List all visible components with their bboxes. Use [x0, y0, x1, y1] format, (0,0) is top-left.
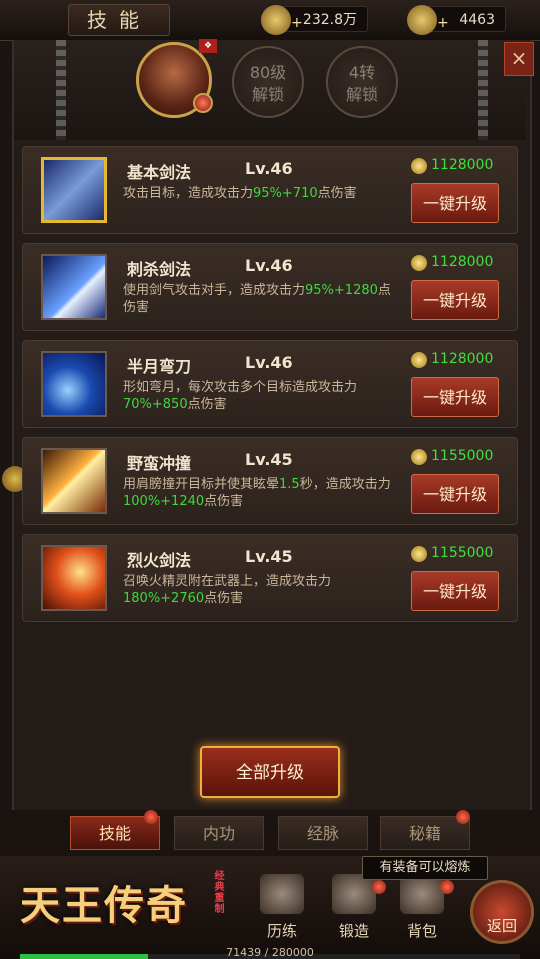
unlock-slot-reincarnation[interactable]: 4转 解锁 [326, 46, 398, 118]
upgrade-all-button[interactable]: 全部升级 [200, 746, 340, 798]
upgrade-button[interactable]: 一键升级 [411, 183, 499, 223]
skill-level: Lv.45 [245, 450, 293, 469]
skill-cost: 1155000 [431, 545, 494, 561]
anvil-icon [332, 874, 376, 914]
notification-dot-icon [456, 810, 470, 824]
skill-level: Lv.46 [245, 256, 293, 275]
sword-skill-icon[interactable] [41, 157, 107, 223]
skill-cost: 1155000 [431, 448, 494, 464]
coin-icon [411, 352, 427, 368]
skill-row[interactable]: 烈火剑法 Lv.45 召唤火精灵附在武器上，造成攻击力180%+2760点伤害 … [22, 534, 518, 622]
coin-icon [411, 449, 427, 465]
upgrade-button[interactable]: 一键升级 [411, 280, 499, 320]
skill-level: Lv.46 [245, 353, 293, 372]
tab-meridians[interactable]: 经脉 [278, 816, 368, 850]
unlock-label: 解锁 [345, 85, 378, 104]
unlock-level: 80级 [249, 63, 287, 82]
coin-icon [411, 255, 427, 271]
skill-cost: 1128000 [431, 157, 494, 173]
notification-dot-icon [144, 810, 158, 824]
hero-portrait[interactable]: ❖ [136, 39, 217, 118]
return-label: 返回 [486, 917, 517, 935]
thrust-skill-icon[interactable] [41, 254, 107, 320]
return-button[interactable]: 返回 [470, 880, 534, 944]
chain-decoration [56, 40, 66, 140]
gold-value: 232.8万 [302, 12, 357, 28]
ingot-counter: + 4463 [407, 5, 506, 35]
smelt-tooltip: 有装备可以熔炼 [362, 856, 488, 880]
add-ingot-icon[interactable]: + [437, 10, 449, 36]
skill-name: 半月弯刀 [127, 357, 192, 376]
skill-description: 使用剑气攻击对手，造成攻击力95%+1280点伤害 [123, 283, 391, 315]
flag-icon: ❖ [199, 39, 217, 53]
chain-decoration [478, 40, 488, 140]
nav-training[interactable]: 历练 [252, 874, 312, 942]
game-logo: 天王传奇 经典重制 [20, 866, 223, 946]
unlock-slot-80[interactable]: 80级 解锁 [232, 46, 304, 118]
skill-description: 攻击目标，造成攻击力95%+710点伤害 [123, 186, 357, 201]
ingot-value: 4463 [459, 12, 495, 28]
coin-icon [411, 546, 427, 562]
skill-level: Lv.46 [245, 159, 293, 178]
skill-name: 野蛮冲撞 [127, 454, 192, 473]
notification-dot-icon [440, 880, 454, 894]
skill-row[interactable]: 刺杀剑法 Lv.46 使用剑气攻击对手，造成攻击力95%+1280点伤害 112… [22, 243, 518, 331]
skill-name: 基本剑法 [127, 163, 192, 182]
skill-name: 刺杀剑法 [127, 260, 192, 279]
skill-level: Lv.45 [245, 547, 293, 566]
upgrade-button[interactable]: 一键升级 [411, 474, 499, 514]
charge-skill-icon[interactable] [41, 448, 107, 514]
skill-description: 形如弯月，每次攻击多个目标造成攻击力70%+850点伤害 [123, 380, 358, 412]
skill-description: 召唤火精灵附在武器上，造成攻击力180%+2760点伤害 [123, 574, 332, 606]
skill-row[interactable]: 基本剑法 Lv.46 攻击目标，造成攻击力95%+710点伤害 1128000 … [22, 146, 518, 234]
skill-cost: 1128000 [431, 254, 494, 270]
unlock-label: 解锁 [251, 85, 284, 104]
skill-cost: 1128000 [431, 351, 494, 367]
fire-sword-icon[interactable] [41, 545, 107, 611]
nav-label: 背包 [406, 922, 437, 940]
bag-icon [400, 874, 444, 914]
skill-row[interactable]: 半月弯刀 Lv.46 形如弯月，每次攻击多个目标造成攻击力70%+850点伤害 … [22, 340, 518, 428]
gold-counter: + 232.8万 [261, 5, 368, 35]
crescent-blade-icon[interactable] [41, 351, 107, 417]
nav-label: 历练 [266, 922, 297, 940]
ingot-icon [407, 5, 437, 35]
skill-row[interactable]: 野蛮冲撞 Lv.45 用肩膀撞开目标并使其眩晕1.5秒，造成攻击力100%+12… [22, 437, 518, 525]
tab-inner-power[interactable]: 内功 [174, 816, 264, 850]
gold-coin-icon [261, 5, 291, 35]
coin-icon [411, 158, 427, 174]
logo-subtitle: 经典重制 [212, 870, 223, 914]
skill-name: 烈火剑法 [127, 551, 192, 570]
page-title: 技能 [68, 4, 170, 36]
nav-label: 锻造 [338, 922, 369, 940]
notification-dot-icon [372, 880, 386, 894]
unlock-level: 4转 [348, 63, 376, 82]
add-gold-icon[interactable]: + [291, 10, 303, 36]
exp-text: 71439 / 280000 [226, 946, 314, 959]
logo-title: 天王传奇 [20, 882, 188, 929]
gem-icon [193, 93, 213, 113]
close-button[interactable]: × [504, 42, 534, 76]
upgrade-button[interactable]: 一键升级 [411, 377, 499, 417]
skill-description: 用肩膀撞开目标并使其眩晕1.5秒，造成攻击力100%+1240点伤害 [123, 477, 391, 509]
upgrade-button[interactable]: 一键升级 [411, 571, 499, 611]
helmet-icon [260, 874, 304, 914]
